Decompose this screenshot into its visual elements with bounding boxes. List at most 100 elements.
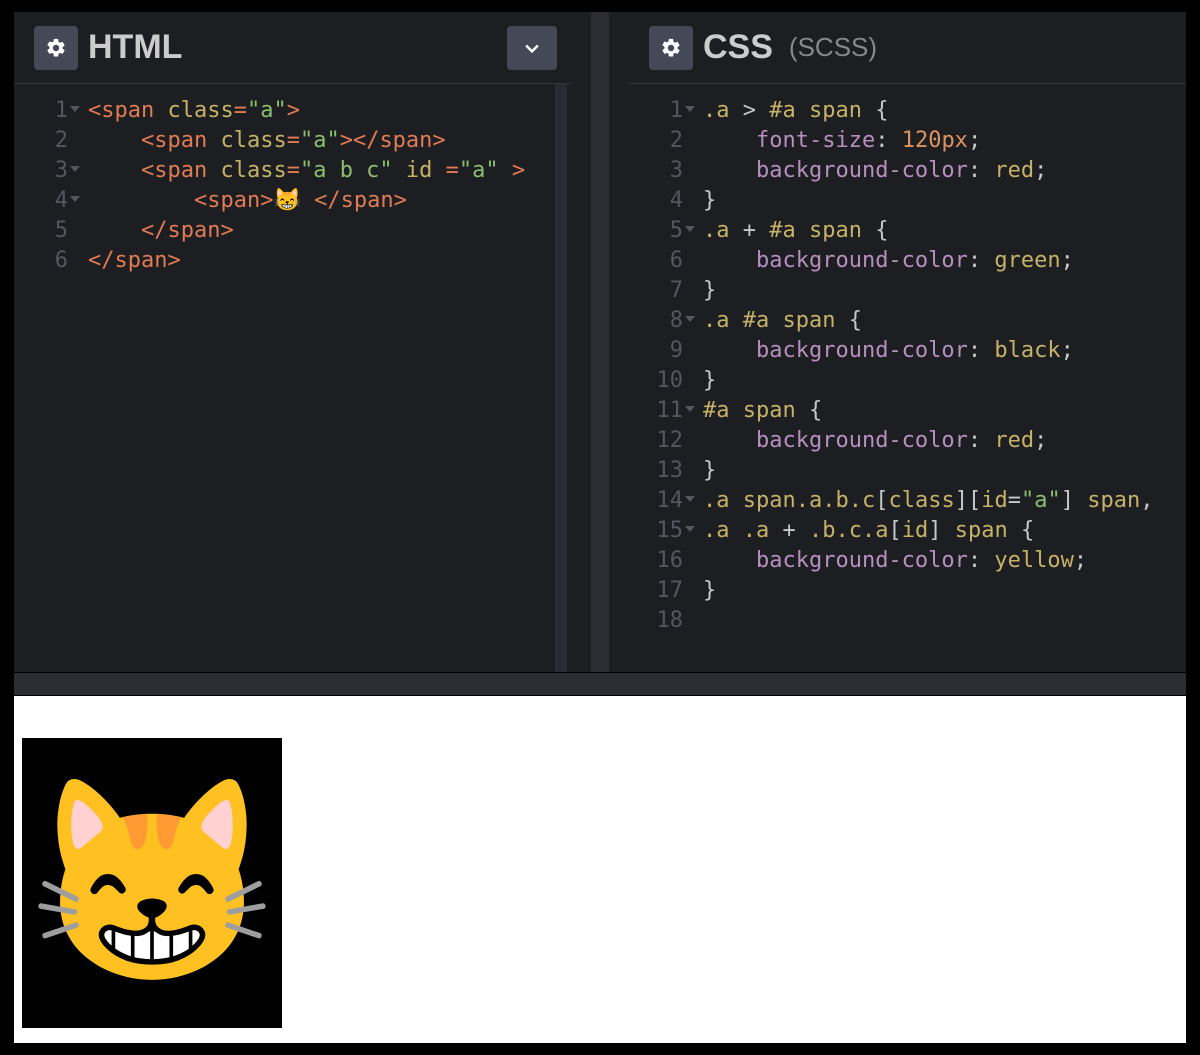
code-line[interactable]: 16 background-color: yellow; bbox=[629, 546, 1186, 576]
line-content[interactable]: #a span { bbox=[691, 396, 822, 426]
editor-html-title: HTML bbox=[88, 28, 182, 67]
gear-icon[interactable] bbox=[34, 26, 78, 70]
line-number: 4 bbox=[14, 186, 76, 216]
editor-css-subtitle: (SCSS) bbox=[789, 32, 877, 63]
code-line[interactable]: 3 <span class="a b c" id ="a" > bbox=[14, 156, 555, 186]
line-number: 15 bbox=[629, 516, 691, 546]
line-number: 18 bbox=[629, 606, 691, 636]
app-frame: HTML 1<span class="a">2 <span class="a">… bbox=[12, 10, 1188, 1045]
line-content[interactable]: .a + #a span { bbox=[691, 216, 888, 246]
code-line[interactable]: 7} bbox=[629, 276, 1186, 306]
line-number: 10 bbox=[629, 366, 691, 396]
code-line[interactable]: 14.a span.a.b.c[class][id="a"] span, bbox=[629, 486, 1186, 516]
chevron-down-icon[interactable] bbox=[507, 26, 557, 70]
fold-icon[interactable] bbox=[70, 166, 80, 172]
editors-row: HTML 1<span class="a">2 <span class="a">… bbox=[14, 12, 1186, 672]
editor-html-header: HTML bbox=[14, 12, 571, 84]
fold-icon[interactable] bbox=[70, 106, 80, 112]
code-line[interactable]: 13} bbox=[629, 456, 1186, 486]
fold-icon[interactable] bbox=[685, 316, 695, 322]
code-line[interactable]: 9 background-color: black; bbox=[629, 336, 1186, 366]
line-number: 16 bbox=[629, 546, 691, 576]
line-content[interactable]: <span class="a b c" id ="a" > bbox=[76, 156, 525, 186]
preview-pane[interactable]: 😸 bbox=[14, 696, 1186, 1043]
editor-html-code[interactable]: 1<span class="a">2 <span class="a"></spa… bbox=[14, 84, 567, 672]
line-number: 1 bbox=[629, 96, 691, 126]
code-line[interactable]: 5.a + #a span { bbox=[629, 216, 1186, 246]
fold-icon[interactable] bbox=[685, 406, 695, 412]
line-content[interactable]: } bbox=[691, 186, 716, 216]
line-content[interactable]: background-color: yellow; bbox=[691, 546, 1087, 576]
line-number: 13 bbox=[629, 456, 691, 486]
code-line[interactable]: 3 background-color: red; bbox=[629, 156, 1186, 186]
code-line[interactable]: 12 background-color: red; bbox=[629, 426, 1186, 456]
code-line[interactable]: 6</span> bbox=[14, 246, 555, 276]
line-content[interactable]: </span> bbox=[76, 216, 234, 246]
line-number: 8 bbox=[629, 306, 691, 336]
fold-icon[interactable] bbox=[70, 196, 80, 202]
line-content[interactable]: } bbox=[691, 366, 716, 396]
line-number: 14 bbox=[629, 486, 691, 516]
line-number: 12 bbox=[629, 426, 691, 456]
line-content[interactable]: <span class="a"> bbox=[76, 96, 300, 126]
column-resize-handle[interactable] bbox=[591, 12, 609, 672]
code-line[interactable]: 17} bbox=[629, 576, 1186, 606]
line-number: 2 bbox=[14, 126, 76, 156]
gear-icon[interactable] bbox=[649, 26, 693, 70]
preview-output: 😸 bbox=[22, 738, 282, 1028]
editor-html: HTML 1<span class="a">2 <span class="a">… bbox=[14, 12, 571, 672]
editor-css-code[interactable]: 1.a > #a span {2 font-size: 120px;3 back… bbox=[629, 84, 1186, 672]
code-line[interactable]: 5 </span> bbox=[14, 216, 555, 246]
code-line[interactable]: 8.a #a span { bbox=[629, 306, 1186, 336]
line-content[interactable]: background-color: red; bbox=[691, 156, 1047, 186]
line-content[interactable]: } bbox=[691, 576, 716, 606]
line-number: 6 bbox=[629, 246, 691, 276]
editor-css-header: CSS (SCSS) bbox=[629, 12, 1186, 84]
editor-html-chip: HTML bbox=[24, 20, 192, 76]
line-content[interactable]: .a > #a span { bbox=[691, 96, 888, 126]
line-content[interactable]: .a span.a.b.c[class][id="a"] span, bbox=[691, 486, 1153, 516]
line-content[interactable]: .a .a + .b.c.a[id] span { bbox=[691, 516, 1034, 546]
line-content[interactable]: background-color: black; bbox=[691, 336, 1074, 366]
line-content[interactable]: <span>😸 </span> bbox=[76, 186, 407, 216]
line-number: 6 bbox=[14, 246, 76, 276]
code-line[interactable]: 2 font-size: 120px; bbox=[629, 126, 1186, 156]
row-resize-handle[interactable] bbox=[14, 672, 1186, 696]
code-line[interactable]: 10} bbox=[629, 366, 1186, 396]
line-number: 4 bbox=[629, 186, 691, 216]
code-line[interactable]: 1.a > #a span { bbox=[629, 96, 1186, 126]
line-content[interactable]: </span> bbox=[76, 246, 181, 276]
code-line[interactable]: 11#a span { bbox=[629, 396, 1186, 426]
code-line[interactable]: 15.a .a + .b.c.a[id] span { bbox=[629, 516, 1186, 546]
line-content[interactable]: font-size: 120px; bbox=[691, 126, 981, 156]
line-content[interactable]: background-color: red; bbox=[691, 426, 1047, 456]
code-line[interactable]: 18 bbox=[629, 606, 1186, 636]
code-line[interactable]: 4 <span>😸 </span> bbox=[14, 186, 555, 216]
code-line[interactable]: 1<span class="a"> bbox=[14, 96, 555, 126]
editor-css: CSS (SCSS) 1.a > #a span {2 font-size: 1… bbox=[629, 12, 1186, 672]
line-number: 11 bbox=[629, 396, 691, 426]
cat-emoji: 😸 bbox=[27, 783, 276, 983]
fold-icon[interactable] bbox=[685, 526, 695, 532]
line-content[interactable]: <span class="a"></span> bbox=[76, 126, 446, 156]
code-line[interactable]: 4} bbox=[629, 186, 1186, 216]
line-number: 3 bbox=[14, 156, 76, 186]
line-content[interactable]: } bbox=[691, 276, 716, 306]
line-number: 9 bbox=[629, 336, 691, 366]
line-content[interactable]: .a #a span { bbox=[691, 306, 862, 336]
line-number: 17 bbox=[629, 576, 691, 606]
code-line[interactable]: 6 background-color: green; bbox=[629, 246, 1186, 276]
line-number: 5 bbox=[629, 216, 691, 246]
line-number: 5 bbox=[14, 216, 76, 246]
line-number: 2 bbox=[629, 126, 691, 156]
line-content[interactable]: background-color: green; bbox=[691, 246, 1074, 276]
code-line[interactable]: 2 <span class="a"></span> bbox=[14, 126, 555, 156]
line-number: 1 bbox=[14, 96, 76, 126]
line-content[interactable] bbox=[691, 606, 703, 636]
fold-icon[interactable] bbox=[685, 226, 695, 232]
line-number: 7 bbox=[629, 276, 691, 306]
fold-icon[interactable] bbox=[685, 496, 695, 502]
line-content[interactable]: } bbox=[691, 456, 716, 486]
fold-icon[interactable] bbox=[685, 106, 695, 112]
editor-css-chip: CSS (SCSS) bbox=[639, 20, 887, 76]
